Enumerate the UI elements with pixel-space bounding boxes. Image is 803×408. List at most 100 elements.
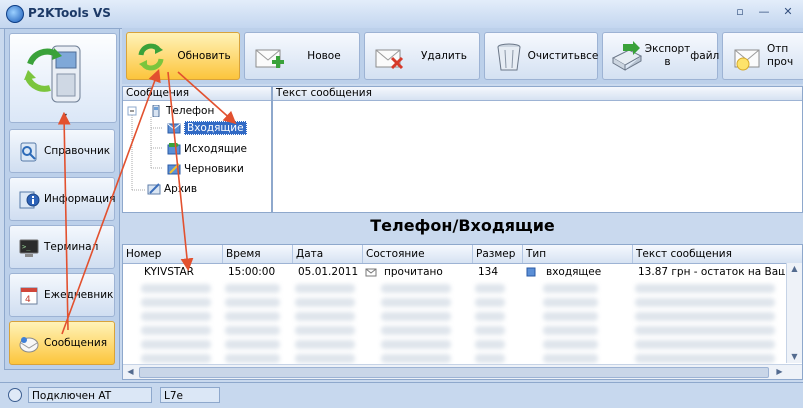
connection-indicator-icon: [8, 388, 22, 402]
scroll-left-icon[interactable]: ◀: [124, 366, 137, 378]
sidebar-item-calendar[interactable]: 4 Ежедневник: [9, 273, 115, 317]
folder-tree-header: Сообщения: [123, 87, 271, 101]
clear-all-button[interactable]: Очистить все: [484, 32, 598, 80]
redacted-cell: [381, 340, 451, 349]
sidebar-item-messages[interactable]: Сообщения: [9, 321, 115, 365]
redacted-cell: [141, 340, 211, 349]
column-header-time[interactable]: Время: [223, 245, 293, 263]
export-label-line1: Экспорт в: [644, 43, 691, 68]
tree-node-label: Исходящие: [184, 143, 248, 155]
restore-button[interactable]: ▫: [733, 5, 747, 19]
redacted-cell: [543, 340, 598, 349]
other-label: Отп проч: [767, 33, 803, 79]
vertical-scrollbar[interactable]: ▲ ▼: [786, 263, 802, 363]
redacted-cell: [543, 326, 598, 335]
cell-date: 05.01.2011: [298, 266, 359, 278]
redacted-cell: [543, 312, 598, 321]
message-table: Номер Время Дата Состояние Размер Тип Те…: [122, 244, 803, 380]
horizontal-scroll-thumb[interactable]: [139, 367, 769, 378]
inbox-icon: [167, 123, 181, 134]
new-button[interactable]: Новое: [244, 32, 360, 80]
cell-text: 13.87 грн - остаток на Вашем: [638, 266, 785, 278]
export-button[interactable]: Экспорт в файл: [602, 32, 719, 80]
app-title: P2KTools VS: [28, 6, 111, 20]
redacted-cell: [543, 298, 598, 307]
column-header-size[interactable]: Размер: [473, 245, 523, 263]
column-header-number[interactable]: Номер: [123, 245, 223, 263]
message-text-area[interactable]: [273, 101, 802, 212]
new-message-icon: [255, 49, 284, 68]
close-button[interactable]: ✕: [781, 5, 795, 19]
phone-tile[interactable]: ▾: [9, 33, 117, 123]
minimize-button[interactable]: —: [757, 5, 771, 19]
redacted-cell: [475, 298, 505, 307]
sidebar-item-information[interactable]: Информация: [9, 177, 115, 221]
refresh-icon: [138, 43, 164, 71]
delete-button[interactable]: Удалить: [364, 32, 480, 80]
svg-text:4: 4: [25, 295, 31, 305]
redacted-cell: [295, 312, 355, 321]
redacted-cell: [225, 326, 280, 335]
redacted-cell: [225, 298, 280, 307]
redacted-cell: [475, 354, 505, 363]
terminal-icon: >_: [19, 239, 39, 257]
column-header-type[interactable]: Тип: [523, 245, 633, 263]
message-send-icon: [734, 49, 760, 71]
tree-node-phone[interactable]: Телефон: [149, 105, 214, 117]
redacted-cell: [225, 284, 280, 293]
refresh-label: Обновить: [177, 49, 231, 62]
app-icon: [6, 5, 24, 23]
redacted-cell: [295, 326, 355, 335]
tree-node-outbox[interactable]: Исходящие: [167, 143, 247, 155]
tree-node-archive[interactable]: Архив: [147, 183, 197, 195]
clear-all-label-line1: Очистить: [527, 49, 580, 62]
calendar-icon: 4: [20, 287, 38, 305]
trash-icon: [497, 43, 521, 71]
tree-node-label: Черновики: [184, 163, 244, 175]
redacted-row: [123, 309, 785, 324]
column-header-text[interactable]: Текст сообщения: [633, 245, 802, 263]
cell-size: 134: [478, 266, 499, 278]
redacted-cell: [225, 354, 280, 363]
other-button[interactable]: Отп проч: [722, 32, 803, 80]
new-label: Новое: [307, 49, 341, 62]
redacted-cell: [381, 354, 451, 363]
tree-node-inbox[interactable]: Входящие: [167, 121, 247, 135]
tree-node-label: Архив: [164, 183, 198, 195]
column-header-date[interactable]: Дата: [293, 245, 363, 263]
redacted-cell: [381, 298, 451, 307]
sidebar-item-directory[interactable]: Справочник: [9, 129, 115, 173]
other-label-line1: Отп: [767, 43, 789, 55]
column-header-status[interactable]: Состояние: [363, 245, 473, 263]
redacted-cell: [381, 284, 451, 293]
message-icon: [19, 337, 39, 353]
tree-node-drafts[interactable]: Черновики: [167, 163, 244, 175]
table-row[interactable]: KYIVSTAR 15:00:00 05.01.2011 прочитано 1…: [123, 264, 785, 280]
connection-status: Подключен AT: [28, 387, 152, 403]
redacted-cell: [543, 284, 598, 293]
clear-all-label: Очистить все: [527, 33, 599, 79]
horizontal-scrollbar[interactable]: ◀ ▶: [123, 364, 802, 379]
scroll-up-icon[interactable]: ▲: [788, 263, 801, 275]
info-icon: [19, 191, 40, 209]
refresh-button[interactable]: Обновить: [126, 32, 240, 80]
cell-time: 15:00:00: [228, 266, 276, 278]
status-bar: Подключен AT L7e: [0, 382, 803, 408]
folder-tree-panel: Сообщения Телефон Входящие Исходящие Чер…: [122, 86, 272, 213]
export-icon: [611, 41, 643, 71]
phone-sync-icon: ▾: [24, 45, 81, 120]
scroll-right-icon[interactable]: ▶: [773, 366, 786, 378]
redacted-cell: [475, 312, 505, 321]
redacted-cell: [635, 312, 775, 321]
tree-node-label: Входящие: [184, 121, 247, 135]
sidebar-item-terminal[interactable]: >_ Терминал: [9, 225, 115, 269]
incoming-type-icon: [526, 267, 536, 277]
export-label: Экспорт в файл: [644, 33, 719, 79]
scroll-down-icon[interactable]: ▼: [788, 351, 801, 363]
redacted-cell: [381, 312, 451, 321]
drafts-icon: [167, 163, 181, 175]
cell-type: входящее: [546, 266, 602, 278]
redacted-cell: [141, 354, 211, 363]
sidebar-item-label: Информация: [44, 193, 116, 205]
redacted-cell: [295, 284, 355, 293]
